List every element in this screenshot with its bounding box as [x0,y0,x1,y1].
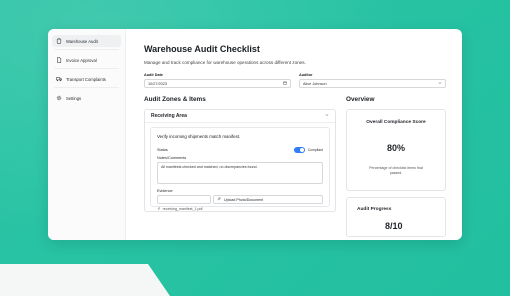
evidence-file-input[interactable] [157,195,211,204]
compliance-toggle[interactable] [293,147,305,153]
sidebar-item-invoice-approval[interactable]: Invoice Approval [52,54,121,66]
checklist-item-card: Verify incoming shipments match manifest… [150,127,330,211]
page-subtitle: Manage and track compliance for warehous… [144,60,306,65]
calendar-icon[interactable] [283,81,287,86]
sidebar: Warehouse Audit Invoice Approval Transpo… [48,29,126,240]
notes-label: Notes/Comments [157,156,187,160]
sidebar-divider [54,49,119,50]
attached-file-name: receiving_manifest_1.pdf [162,207,203,212]
audit-fields: Audit Date 10/27/2023 Auditor Alice John… [144,73,446,88]
upload-button[interactable]: Upload Photo/Document [213,195,323,204]
audit-date-input[interactable]: 10/27/2023 [144,79,291,88]
overview-section: Overview Overall Compliance Score 80% Pe… [346,96,446,237]
paperclip-icon [157,207,161,212]
audit-date-value: 10/27/2023 [148,81,168,86]
sidebar-item-label: Invoice Approval [66,57,97,63]
compliance-score-title: Overall Compliance Score [366,120,426,125]
sidebar-divider [54,87,119,88]
attached-file[interactable]: receiving_manifest_1.pdf [157,207,323,212]
overview-title: Overview [346,96,375,103]
gear-icon [56,95,62,101]
sidebar-item-transport-complaints[interactable]: Transport Complaints [52,73,121,85]
auditor-select[interactable]: Alice Johnson [299,79,446,88]
sidebar-item-label: Settings [66,95,82,101]
audit-progress-value: 8/10 [385,221,403,231]
compliance-score-card: Overall Compliance Score 80% Percentage … [346,109,446,191]
main-content: Warehouse Audit Checklist Manage and tra… [126,29,462,240]
audit-progress-card: Audit Progress 8/10 [346,197,446,237]
status-row: Status Compliant [157,147,323,153]
paperclip-icon [217,197,221,202]
compliance-score-description: Percentage of checklist items that passe… [369,166,423,176]
status-value: Compliant [307,148,323,152]
content-columns: Audit Zones & Items Receiving Area Verif… [144,96,446,237]
truck-icon [56,76,62,82]
sidebar-item-label: Transport Complaints [66,76,106,82]
audit-date-label: Audit Date [144,73,163,77]
sidebar-item-warehouse-audit[interactable]: Warehouse Audit [52,35,121,47]
chevron-down-icon[interactable] [325,113,329,119]
sidebar-item-label: Warehouse Audit [66,38,98,44]
auditor-value: Alice Johnson [303,81,327,86]
audit-zones-title: Audit Zones & Items [144,96,206,103]
sidebar-divider [54,68,119,69]
upload-button-label: Upload Photo/Document [224,197,264,202]
evidence-row: Upload Photo/Document [157,195,323,204]
status-toggle-group: Compliant [293,147,323,153]
app-window: Warehouse Audit Invoice Approval Transpo… [48,29,462,240]
evidence-label: Evidence [157,189,173,193]
zone-card-receiving-area: Receiving Area Verify incoming shipments… [144,109,336,212]
checklist-item-text: Verify incoming shipments match manifest… [157,134,241,139]
compliance-score-value: 80% [386,143,405,153]
zone-header[interactable]: Receiving Area [145,110,335,123]
sidebar-item-settings[interactable]: Settings [52,92,121,104]
zone-name: Receiving Area [151,113,187,119]
status-label: Status [157,148,168,152]
file-icon [56,57,62,63]
audit-progress-title: Audit Progress [357,207,392,212]
audit-date-field-group: Audit Date 10/27/2023 [144,73,291,88]
audit-zones-section: Audit Zones & Items Receiving Area Verif… [144,96,336,237]
page-title: Warehouse Audit Checklist [144,44,260,54]
auditor-field-group: Auditor Alice Johnson [299,73,446,88]
chevron-down-icon [438,81,442,86]
notes-textarea[interactable]: All manifests checked and matched, no di… [157,162,323,184]
clipboard-icon [56,38,62,44]
auditor-label: Auditor [299,73,313,77]
